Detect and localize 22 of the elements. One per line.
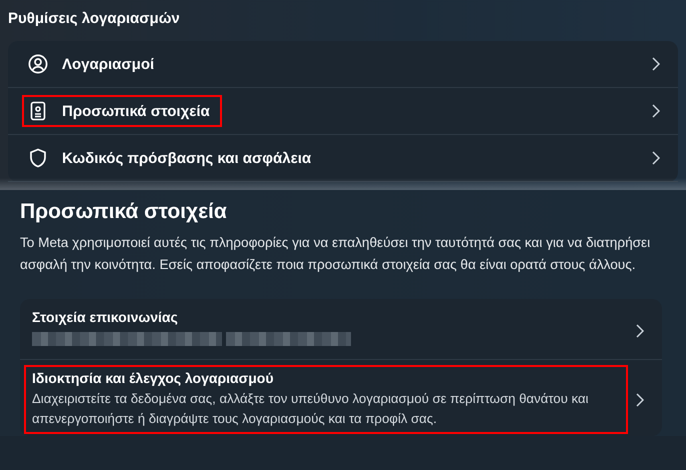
- settings-item[interactable]: Προσωπικά στοιχεία: [8, 88, 678, 135]
- item-text: Προσωπικά στοιχεία: [62, 102, 210, 120]
- description: Το Meta χρησιμοποιεί αυτές τις πληροφορίες για να επαληθεύσει την ταυτότητά σας και για να διατηρήσει ασφαλή την κοινότητα. Εσείς αποφασίζετε ποια προσωπικά στοιχεία σας θα είναι ορατά στους άλλους.: [20, 234, 652, 274]
- chevron-icon: [652, 57, 660, 71]
- user-icon: [28, 54, 48, 74]
- item-title: Στοιχεία επικοινωνίας: [32, 309, 179, 325]
- settings-item[interactable]: Ιδιοκτησία και έλεγχος λογαριασμού Διαχειριστείτε τα δεδομένα σας, αλλάξτε τον υπεύθυνο λογαριασμού σε περίπτωση θανάτου και απενεργοποιήστε ή διαγράψτε τους λογαριασμούς και τα προφίλ σας.: [20, 360, 662, 436]
- item-title: Ιδιοκτησία και έλεγχος λογαριασμού: [32, 370, 274, 386]
- settings-item[interactable]: Λογαριασμοί: [8, 41, 678, 88]
- section-title: Ρυθμίσεις λογαριασμών: [8, 10, 181, 27]
- id-card-icon: [28, 101, 48, 121]
- settings-item[interactable]: Κωδικός πρόσβασης και ασφάλεια: [8, 135, 678, 182]
- chevron-icon: [652, 151, 660, 165]
- item-text: Λογαριασμοί: [62, 56, 154, 72]
- settings-item[interactable]: Στοιχεία επικοινωνίας: [20, 299, 662, 360]
- item-description: Διαχειριστείτε τα δεδομένα σας, αλλάξτε τον υπεύθυνο λογαριασμού σε περίπτωση θανάτου και απενεργοποιήστε ή διαγράψτε τους λογαριασμούς και τα προφίλ σας.: [32, 390, 590, 428]
- shield-icon: [28, 148, 48, 168]
- page-title: Προσωπικά στοιχεία: [20, 200, 228, 224]
- item-text: Κωδικός πρόσβασης και ασφάλεια: [62, 150, 312, 166]
- chevron-icon: [636, 324, 644, 338]
- chevron-icon: [636, 392, 644, 406]
- chevron-icon: [652, 104, 660, 118]
